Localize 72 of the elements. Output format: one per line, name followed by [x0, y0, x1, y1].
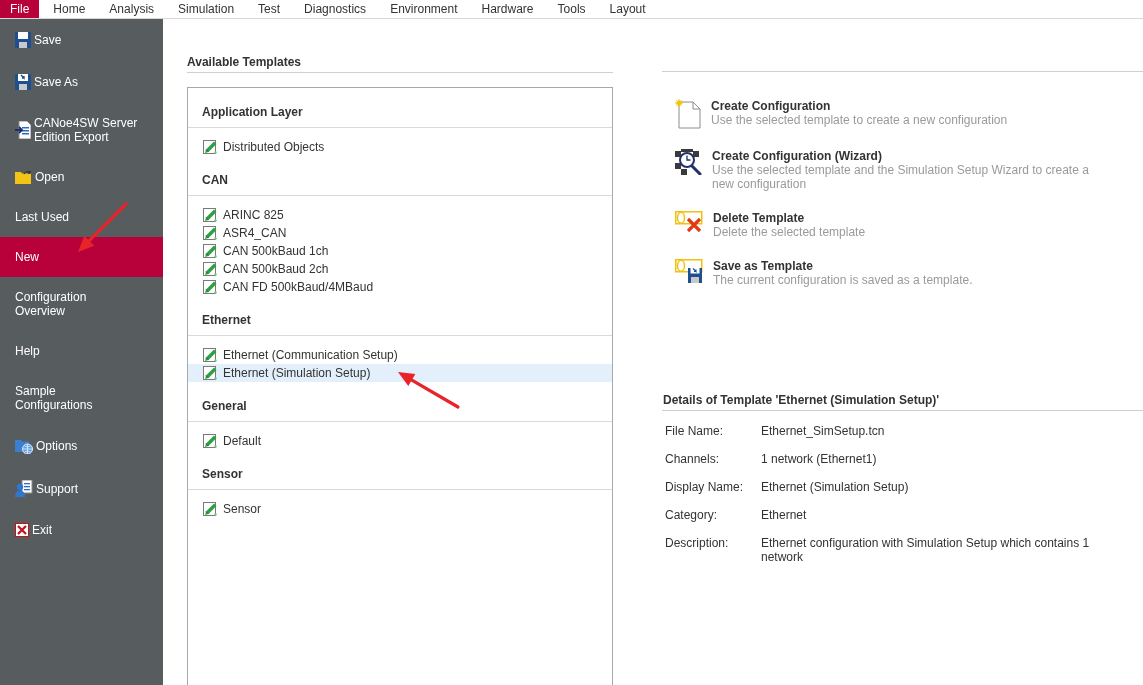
pencil-page-icon	[203, 366, 217, 380]
pencil-page-icon	[203, 502, 217, 516]
sidebar-item[interactable]: Support	[0, 467, 163, 510]
template-item[interactable]: Default	[188, 432, 612, 450]
sidebar-item[interactable]: Sample Configurations	[0, 371, 163, 425]
sidebar-item[interactable]: Options	[0, 425, 163, 467]
action-button[interactable]: Save as Template The current configuration is saved as a template.	[675, 259, 973, 287]
template-item[interactable]: Ethernet (Simulation Setup)	[188, 364, 612, 382]
detail-value: Ethernet configuration with Simulation Setup which contains 1 network	[761, 536, 1091, 564]
section-title: Available Templates	[187, 55, 613, 73]
template-group-header: Sensor	[188, 450, 612, 490]
sidebar-item[interactable]: Help	[0, 331, 163, 371]
detail-value: Ethernet (Simulation Setup)	[761, 480, 910, 494]
menu-tab[interactable]: Hardware	[471, 0, 544, 18]
template-group-header: Application Layer	[188, 88, 612, 128]
person-document-icon	[15, 480, 33, 497]
template-item[interactable]: Distributed Objects	[188, 138, 612, 156]
sidebar-item[interactable]: CANoe4SW Server Edition Export	[0, 103, 163, 157]
new-document-icon	[675, 99, 701, 129]
detail-label: Description:	[665, 536, 730, 552]
template-group-header: Ethernet	[188, 296, 612, 336]
template-item[interactable]: ARINC 825	[188, 206, 612, 224]
template-delete-icon	[675, 211, 703, 233]
action-button[interactable]: Delete Template Delete the selected template	[675, 211, 866, 239]
document-arrow-icon	[15, 121, 31, 139]
pencil-page-icon	[203, 262, 217, 276]
action-button[interactable]: Create Configuration (Wizard) Use the selected template and the Simulation Setup Wizard to create a new configuration	[675, 149, 1104, 191]
sidebar-item[interactable]: Exit	[0, 510, 163, 550]
menu-tab[interactable]: Diagnostics	[294, 0, 377, 18]
menu-tab[interactable]: Simulation	[168, 0, 245, 18]
sidebar-item[interactable]: Open	[0, 157, 163, 197]
sidebar-item[interactable]: Save	[0, 19, 163, 61]
template-save-icon	[675, 259, 703, 283]
menu-tab[interactable]: Environment	[380, 0, 468, 18]
template-item[interactable]: CAN FD 500kBaud/4MBaud	[188, 278, 612, 296]
sidebar-item[interactable]: Last Used	[0, 197, 163, 237]
pencil-page-icon	[203, 208, 217, 222]
template-item[interactable]: ASR4_CAN	[188, 224, 612, 242]
pencil-page-icon	[203, 244, 217, 258]
template-group-header: General	[188, 382, 612, 422]
pencil-page-icon	[203, 226, 217, 240]
pencil-page-icon	[203, 140, 217, 154]
magnifier-clock-icon	[675, 149, 702, 175]
menu-tab[interactable]: Analysis	[99, 0, 165, 18]
menu-tab[interactable]: Tools	[547, 0, 596, 18]
detail-label: Channels:	[665, 452, 721, 466]
menu-tab[interactable]: Home	[43, 0, 96, 18]
template-group-header: CAN	[188, 156, 612, 196]
menu-tab[interactable]: File	[0, 0, 40, 18]
pencil-page-icon	[203, 348, 217, 362]
pencil-page-icon	[203, 280, 217, 294]
template-item[interactable]: Ethernet (Communication Setup)	[188, 346, 612, 364]
pencil-page-icon	[203, 434, 217, 448]
template-item[interactable]: Sensor	[188, 500, 612, 518]
template-item[interactable]: CAN 500kBaud 2ch	[188, 260, 612, 278]
close-icon	[15, 523, 29, 537]
template-item[interactable]: CAN 500kBaud 1ch	[188, 242, 612, 260]
detail-label: Category:	[665, 508, 719, 522]
menu-tab[interactable]: Test	[248, 0, 291, 18]
sidebar-item[interactable]: New	[0, 237, 163, 277]
sidebar-item[interactable]: Save As	[0, 61, 163, 103]
folder-arrow-icon	[15, 170, 32, 184]
detail-value: Ethernet	[761, 508, 808, 522]
detail-label: Display Name:	[665, 480, 745, 494]
detail-label: File Name:	[665, 424, 724, 438]
detail-value: 1 network (Ethernet1)	[761, 452, 878, 466]
sidebar-item[interactable]: Configuration Overview	[0, 277, 163, 331]
folder-globe-icon	[15, 438, 33, 454]
menu-tab[interactable]: Layout	[599, 0, 656, 18]
action-button[interactable]: Create Configuration Use the selected template to create a new configuration	[675, 99, 1008, 129]
section-title: Details of Template 'Ethernet (Simulation Setup)'	[662, 393, 1143, 411]
detail-value: Ethernet_SimSetup.tcn	[761, 424, 886, 438]
